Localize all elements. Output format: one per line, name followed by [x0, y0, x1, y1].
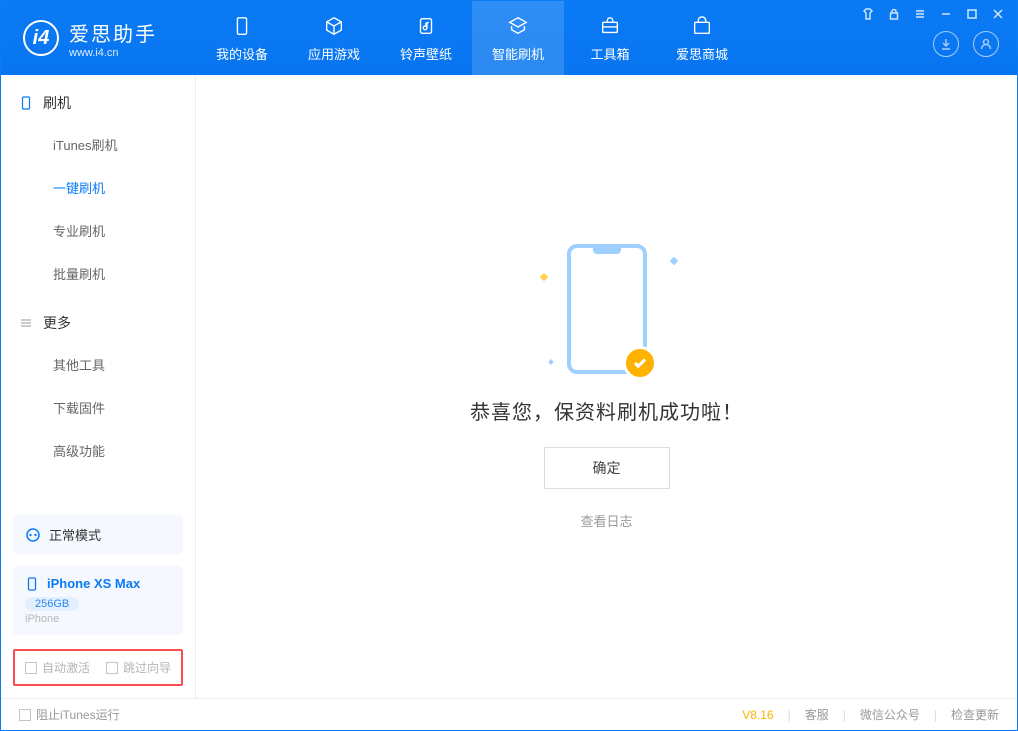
mode-card[interactable]: 正常模式 [13, 515, 183, 554]
statusbar-right: V8.16 | 客服 | 微信公众号 | 检查更新 [742, 706, 999, 723]
phone-illustration-icon [567, 244, 647, 374]
checkbox-skip-wizard[interactable]: 跳过向导 [106, 659, 171, 676]
nav-tab-device[interactable]: 我的设备 [196, 1, 288, 75]
phone-icon [19, 96, 33, 110]
body: 刷机 iTunes刷机 一键刷机 专业刷机 批量刷机 更多 其他工具 下载固件 … [1, 75, 1017, 698]
sidebar-item-advanced[interactable]: 高级功能 [1, 429, 195, 472]
minimize-icon[interactable] [939, 7, 953, 21]
checkbox-label: 阻止iTunes运行 [36, 706, 120, 723]
titlebar-actions [933, 31, 1005, 57]
mode-label: 正常模式 [49, 525, 101, 544]
main-content: 恭喜您，保资料刷机成功啦！ 确定 查看日志 [196, 75, 1017, 698]
nav-label: 应用游戏 [308, 44, 360, 63]
download-button[interactable] [933, 31, 959, 57]
view-log-link[interactable]: 查看日志 [580, 511, 632, 530]
device-card[interactable]: iPhone XS Max 256GB iPhone [13, 566, 183, 635]
sidebar-group-label: 刷机 [43, 93, 71, 113]
link-support[interactable]: 客服 [805, 706, 829, 723]
nav-tab-flash[interactable]: 智能刷机 [472, 1, 564, 75]
window-controls [861, 7, 1005, 21]
sidebar-item-download-firmware[interactable]: 下载固件 [1, 386, 195, 429]
shop-icon [690, 14, 714, 38]
toolbox-icon [598, 14, 622, 38]
nav-label: 我的设备 [216, 44, 268, 63]
sidebar-item-pro-flash[interactable]: 专业刷机 [1, 209, 195, 252]
checkbox-icon [19, 709, 31, 721]
nav-label: 工具箱 [590, 44, 629, 63]
phone-icon [25, 577, 39, 591]
check-circle-icon [623, 346, 657, 380]
sidebar-item-batch-flash[interactable]: 批量刷机 [1, 252, 195, 295]
app-url: www.i4.cn [69, 47, 157, 59]
bottom-options-box: 自动激活 跳过向导 [13, 649, 183, 686]
sidebar-group-more: 更多 [1, 295, 195, 343]
success-illustration [567, 244, 647, 374]
lock-icon[interactable] [887, 7, 901, 21]
logo: i4 爱思助手 www.i4.cn [1, 1, 196, 75]
device-name: iPhone XS Max [47, 576, 140, 591]
music-icon [414, 14, 438, 38]
nav-label: 铃声壁纸 [400, 44, 452, 63]
checkbox-icon [106, 662, 118, 674]
sidebar: 刷机 iTunes刷机 一键刷机 专业刷机 批量刷机 更多 其他工具 下载固件 … [1, 75, 196, 698]
menu-icon [19, 316, 33, 330]
menu-icon[interactable] [913, 7, 927, 21]
app-window: i4 爱思助手 www.i4.cn 我的设备 应用游戏 铃声壁纸 智能刷机 [0, 0, 1018, 731]
checkbox-block-itunes[interactable]: 阻止iTunes运行 [19, 706, 120, 723]
nav-tab-shop[interactable]: 爱思商城 [656, 1, 748, 75]
nav-tabs: 我的设备 应用游戏 铃声壁纸 智能刷机 工具箱 爱思商城 [196, 1, 748, 75]
sidebar-item-itunes-flash[interactable]: iTunes刷机 [1, 123, 195, 166]
nav-tab-ringtones[interactable]: 铃声壁纸 [380, 1, 472, 75]
version-label: V8.16 [742, 708, 773, 722]
titlebar: i4 爱思助手 www.i4.cn 我的设备 应用游戏 铃声壁纸 智能刷机 [1, 1, 1017, 75]
device-type: iPhone [25, 613, 171, 625]
checkbox-label: 跳过向导 [123, 659, 171, 676]
maximize-icon[interactable] [965, 7, 979, 21]
nav-tab-apps[interactable]: 应用游戏 [288, 1, 380, 75]
titlebar-right [861, 1, 1017, 75]
statusbar: 阻止iTunes运行 V8.16 | 客服 | 微信公众号 | 检查更新 [1, 698, 1017, 730]
close-icon[interactable] [991, 7, 1005, 21]
sidebar-item-oneclick-flash[interactable]: 一键刷机 [1, 166, 195, 209]
sidebar-group-label: 更多 [43, 313, 71, 333]
checkbox-icon [25, 662, 37, 674]
cube-icon [322, 14, 346, 38]
checkbox-auto-activate[interactable]: 自动激活 [25, 659, 90, 676]
nav-tab-toolbox[interactable]: 工具箱 [564, 1, 656, 75]
checkbox-label: 自动激活 [42, 659, 90, 676]
shirt-icon[interactable] [861, 7, 875, 21]
cycle-icon [25, 527, 41, 543]
nav-label: 爱思商城 [676, 44, 728, 63]
phone-icon [230, 14, 254, 38]
sidebar-item-other-tools[interactable]: 其他工具 [1, 343, 195, 386]
refresh-icon [506, 14, 530, 38]
app-name: 爱思助手 [69, 18, 157, 47]
success-message: 恭喜您，保资料刷机成功啦！ [470, 396, 743, 425]
device-storage: 256GB [25, 597, 79, 611]
ok-button[interactable]: 确定 [544, 447, 670, 489]
link-wechat[interactable]: 微信公众号 [860, 706, 920, 723]
nav-label: 智能刷机 [492, 44, 544, 63]
logo-icon: i4 [23, 20, 59, 56]
link-check-update[interactable]: 检查更新 [951, 706, 999, 723]
user-button[interactable] [973, 31, 999, 57]
sidebar-group-flash: 刷机 [1, 75, 195, 123]
